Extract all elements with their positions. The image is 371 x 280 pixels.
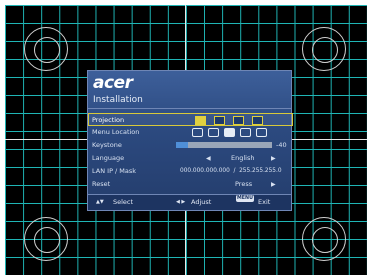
row-label: LAN IP / Mask bbox=[92, 167, 137, 175]
menu-row-language[interactable]: Language ◀ English ▶ bbox=[88, 152, 293, 165]
menu-row-projection[interactable]: Projection bbox=[88, 113, 293, 126]
top-left-icon[interactable] bbox=[192, 128, 203, 137]
row-label: Language bbox=[92, 154, 125, 162]
front-ceiling-icon[interactable] bbox=[214, 116, 225, 125]
left-arrow-icon[interactable]: ◀ bbox=[206, 152, 211, 165]
row-label: Reset bbox=[92, 180, 111, 188]
menu-row-reset[interactable]: Reset Press ▶ bbox=[88, 178, 293, 191]
menu-row-menu-location[interactable]: Menu Location bbox=[88, 126, 293, 139]
right-arrow-icon[interactable]: ▶ bbox=[271, 152, 276, 165]
title-divider bbox=[88, 108, 291, 109]
corner-circle-bottom-left bbox=[24, 217, 68, 261]
front-desk-icon[interactable] bbox=[195, 116, 206, 125]
language-value: English bbox=[231, 154, 255, 162]
rear-ceiling-icon[interactable] bbox=[252, 116, 263, 125]
brand-logo: acer bbox=[93, 73, 133, 93]
menu-title: Installation bbox=[93, 95, 143, 105]
corner-circle-bottom-right bbox=[302, 217, 346, 261]
lan-ip-mask-value: 000.000.000.000 / 255.255.255.0 bbox=[180, 168, 282, 174]
footer-exit-label: Exit bbox=[258, 198, 271, 206]
menu-row-keystone[interactable]: Keystone -40 bbox=[88, 139, 293, 152]
corner-circle-top-left bbox=[24, 27, 68, 71]
menu-row-lan-ip-mask[interactable]: LAN IP / Mask 000.000.000.000 / 255.255.… bbox=[88, 165, 293, 178]
top-right-icon[interactable] bbox=[208, 128, 219, 137]
keystone-slider[interactable] bbox=[176, 142, 272, 148]
right-arrow-icon[interactable]: ▶ bbox=[271, 178, 276, 191]
osd-menu: acer Installation Projection Menu Locati… bbox=[87, 70, 293, 211]
osd-footer: ▲▼ Select ◀ ▶ Adjust MENU Exit bbox=[88, 194, 291, 210]
bottom-right-icon[interactable] bbox=[256, 128, 267, 137]
keystone-value: -40 bbox=[276, 141, 287, 149]
corner-circle-top-right bbox=[302, 27, 346, 71]
rear-desk-icon[interactable] bbox=[233, 116, 244, 125]
reset-value: Press bbox=[235, 180, 253, 188]
bottom-left-icon[interactable] bbox=[240, 128, 251, 137]
row-label: Menu Location bbox=[92, 128, 140, 136]
footer-select-label: Select bbox=[113, 198, 134, 206]
left-right-arrows-icon: ◀ ▶ bbox=[176, 199, 186, 205]
up-down-arrows-icon: ▲▼ bbox=[96, 199, 104, 205]
center-icon[interactable] bbox=[224, 128, 235, 137]
row-label: Keystone bbox=[92, 141, 122, 149]
footer-adjust-label: Adjust bbox=[191, 198, 212, 206]
keystone-slider-fill bbox=[176, 142, 188, 148]
